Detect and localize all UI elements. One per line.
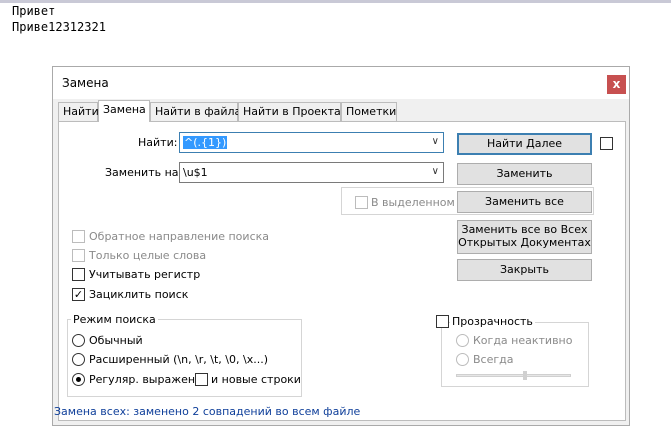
newline-label: и новые строки [211,373,301,386]
tab-find-in-projects[interactable]: Найти в Проектах [238,102,347,121]
transparency-always-label: Всегда [473,353,514,366]
replace-input-value: \u$1 [183,166,208,179]
transparency-slider[interactable] [456,374,571,377]
search-mode-extended-label: Расширенный (\n, \r, \t, \0, \x...) [89,353,268,366]
replace-all-open-docs-line1: Заменить все во Всех [461,223,588,236]
transparency-slider-thumb[interactable] [522,371,527,380]
search-mode-title: Режим поиска [71,313,158,326]
find-input-value: ^(.{1}) [183,136,228,149]
replace-all-button[interactable]: Заменить все [457,191,592,213]
editor-line-1[interactable]: Привет [12,4,55,18]
search-mode-normal-label: Обычный [89,334,143,347]
search-mode-regex-radio[interactable] [72,373,85,386]
backward-checkbox[interactable] [72,230,85,243]
replace-input[interactable]: \u$1 ∨ [179,162,444,183]
tab-find-in-files[interactable]: Найти в файлах [150,102,248,121]
close-icon[interactable]: x [607,75,626,94]
status-bar-text: Замена всех: заменено 2 совпадений во вс… [54,405,361,418]
wrap-checkbox[interactable]: ✓ [72,288,85,301]
replace-tab-pane: Найти: ^(.{1}) ∨ Найти Далее Заменить на… [58,121,626,421]
replace-label: Заменить на: [105,166,183,179]
chevron-down-icon[interactable]: ∨ [432,136,439,147]
tab-find[interactable]: Найти [58,102,99,121]
match-case-label: Учитывать регистр [89,268,201,281]
find-label: Найти: [138,136,178,149]
transparency-title: Прозрачность [450,315,535,328]
close-button[interactable]: Закрыть [457,259,592,281]
editor-line-2[interactable]: Приве12312321 [12,20,106,34]
search-mode-regex-label: Регуляр. выражен. [89,373,199,386]
replace-dialog: Замена x Найти Замена Найти в файлах Най… [52,66,630,426]
editor-top-border [0,0,671,3]
transparency-always-radio[interactable] [456,353,469,366]
tab-marks[interactable]: Пометки [341,102,397,121]
chevron-down-icon[interactable]: ∨ [432,166,439,177]
transparency-inactive-label: Когда неактивно [473,334,573,347]
dialog-title: Замена [62,76,109,90]
replace-all-open-docs-button[interactable]: Заменить все во Всех Открытых Документах [457,220,592,254]
checkbox-extra[interactable] [600,137,613,150]
whole-word-label: Только целые слова [89,249,207,262]
transparency-checkbox[interactable] [436,315,449,328]
replace-all-open-docs-line2: Открытых Документах [458,236,591,249]
backward-label: Обратное направление поиска [89,230,269,243]
match-case-checkbox[interactable] [72,268,85,281]
whole-word-checkbox[interactable] [72,249,85,262]
find-next-button[interactable]: Найти Далее [457,133,592,155]
newline-checkbox[interactable] [195,373,208,386]
search-mode-extended-radio[interactable] [72,353,85,366]
dialog-titlebar[interactable]: Замена x [53,67,629,99]
transparency-inactive-radio[interactable] [456,334,469,347]
search-mode-normal-radio[interactable] [72,334,85,347]
find-input[interactable]: ^(.{1}) ∨ [179,132,444,153]
in-selection-label: В выделенном [371,196,455,209]
replace-button[interactable]: Заменить [457,163,592,185]
radio-dot [76,377,81,382]
wrap-label: Зациклить поиск [89,288,189,301]
tab-replace[interactable]: Замена [98,100,150,122]
in-selection-checkbox[interactable] [355,196,368,209]
